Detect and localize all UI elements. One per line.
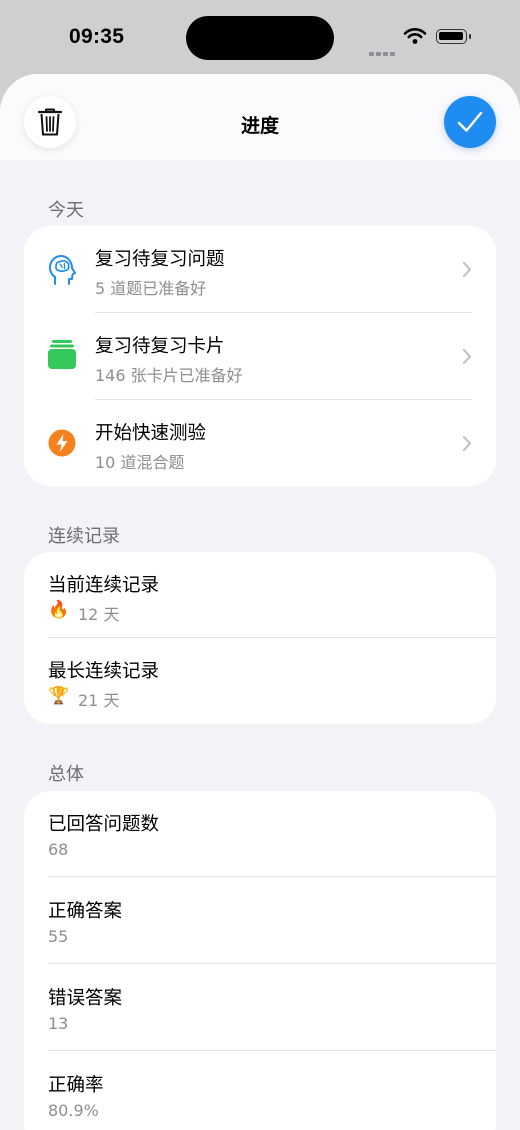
card-stack-icon bbox=[48, 340, 76, 369]
row-value: 80.9% bbox=[48, 1101, 99, 1120]
brain-head-icon bbox=[49, 255, 76, 285]
accuracy-row: 正确率 80.9% bbox=[24, 1051, 496, 1130]
row-title: 已回答问题数 bbox=[48, 814, 160, 835]
status-time: 09:35 bbox=[69, 25, 125, 48]
dynamic-island bbox=[186, 16, 334, 60]
row-title: 当前连续记录 bbox=[48, 575, 160, 596]
review-questions-row[interactable]: 复习待复习问题 5 道题已准备好 bbox=[24, 226, 496, 313]
row-title: 复习待复习问题 bbox=[95, 249, 225, 270]
status-bar: 09:35 bbox=[0, 0, 520, 74]
longest-streak-row: 最长连续记录 🏆 21 天 bbox=[24, 638, 496, 724]
row-value: 55 bbox=[48, 927, 69, 946]
sheet-header: 进度 bbox=[0, 74, 520, 160]
section-header-today: 今天 bbox=[48, 200, 84, 221]
progress-sheet: 进度 今天 复习待复习问题 5 道题已准备好 复习待复习卡片 146 张卡片已准… bbox=[0, 74, 520, 1130]
today-card: 复习待复习问题 5 道题已准备好 复习待复习卡片 146 张卡片已准备好 开始快… bbox=[24, 226, 496, 486]
wrong-count-row: 错误答案 13 bbox=[24, 964, 496, 1050]
quick-quiz-row[interactable]: 开始快速测验 10 道混合题 bbox=[24, 400, 496, 486]
row-title: 正确答案 bbox=[48, 901, 123, 922]
row-subtitle: 146 张卡片已准备好 bbox=[95, 366, 243, 385]
row-title: 复习待复习卡片 bbox=[95, 336, 225, 357]
overall-card: 已回答问题数 68 正确答案 55 错误答案 13 正确率 80.9% bbox=[24, 791, 496, 1130]
answered-count-row: 已回答问题数 68 bbox=[24, 791, 496, 877]
fire-icon: 🔥 bbox=[48, 600, 70, 620]
row-title: 正确率 bbox=[48, 1075, 104, 1096]
row-subtitle: 5 道题已准备好 bbox=[95, 279, 207, 298]
row-subtitle: 10 道混合题 bbox=[95, 453, 185, 472]
row-value: 12 天 bbox=[78, 605, 120, 624]
review-cards-row[interactable]: 复习待复习卡片 146 张卡片已准备好 bbox=[24, 313, 496, 399]
row-title: 开始快速测验 bbox=[95, 423, 207, 444]
streak-card: 当前连续记录 🔥 12 天 最长连续记录 🏆 21 天 bbox=[24, 552, 496, 724]
row-value: 68 bbox=[48, 840, 69, 859]
row-value: 21 天 bbox=[78, 691, 120, 710]
row-title: 错误答案 bbox=[48, 988, 123, 1009]
lightning-icon bbox=[48, 429, 76, 457]
row-value: 13 bbox=[48, 1014, 69, 1033]
chevron-right-icon bbox=[462, 261, 472, 278]
battery-icon bbox=[436, 29, 471, 44]
page-title: 进度 bbox=[240, 115, 279, 137]
wifi-icon bbox=[403, 27, 427, 49]
row-title: 最长连续记录 bbox=[48, 661, 160, 682]
cellular-signal-icon bbox=[369, 41, 397, 60]
chevron-right-icon bbox=[462, 435, 472, 452]
section-header-overall: 总体 bbox=[48, 764, 84, 785]
current-streak-row: 当前连续记录 🔥 12 天 bbox=[24, 552, 496, 638]
correct-count-row: 正确答案 55 bbox=[24, 877, 496, 963]
checkmark-icon bbox=[457, 111, 483, 132]
chevron-right-icon bbox=[462, 348, 472, 365]
trophy-icon: 🏆 bbox=[48, 686, 70, 706]
section-header-streak: 连续记录 bbox=[48, 526, 120, 547]
done-button[interactable] bbox=[444, 96, 496, 148]
